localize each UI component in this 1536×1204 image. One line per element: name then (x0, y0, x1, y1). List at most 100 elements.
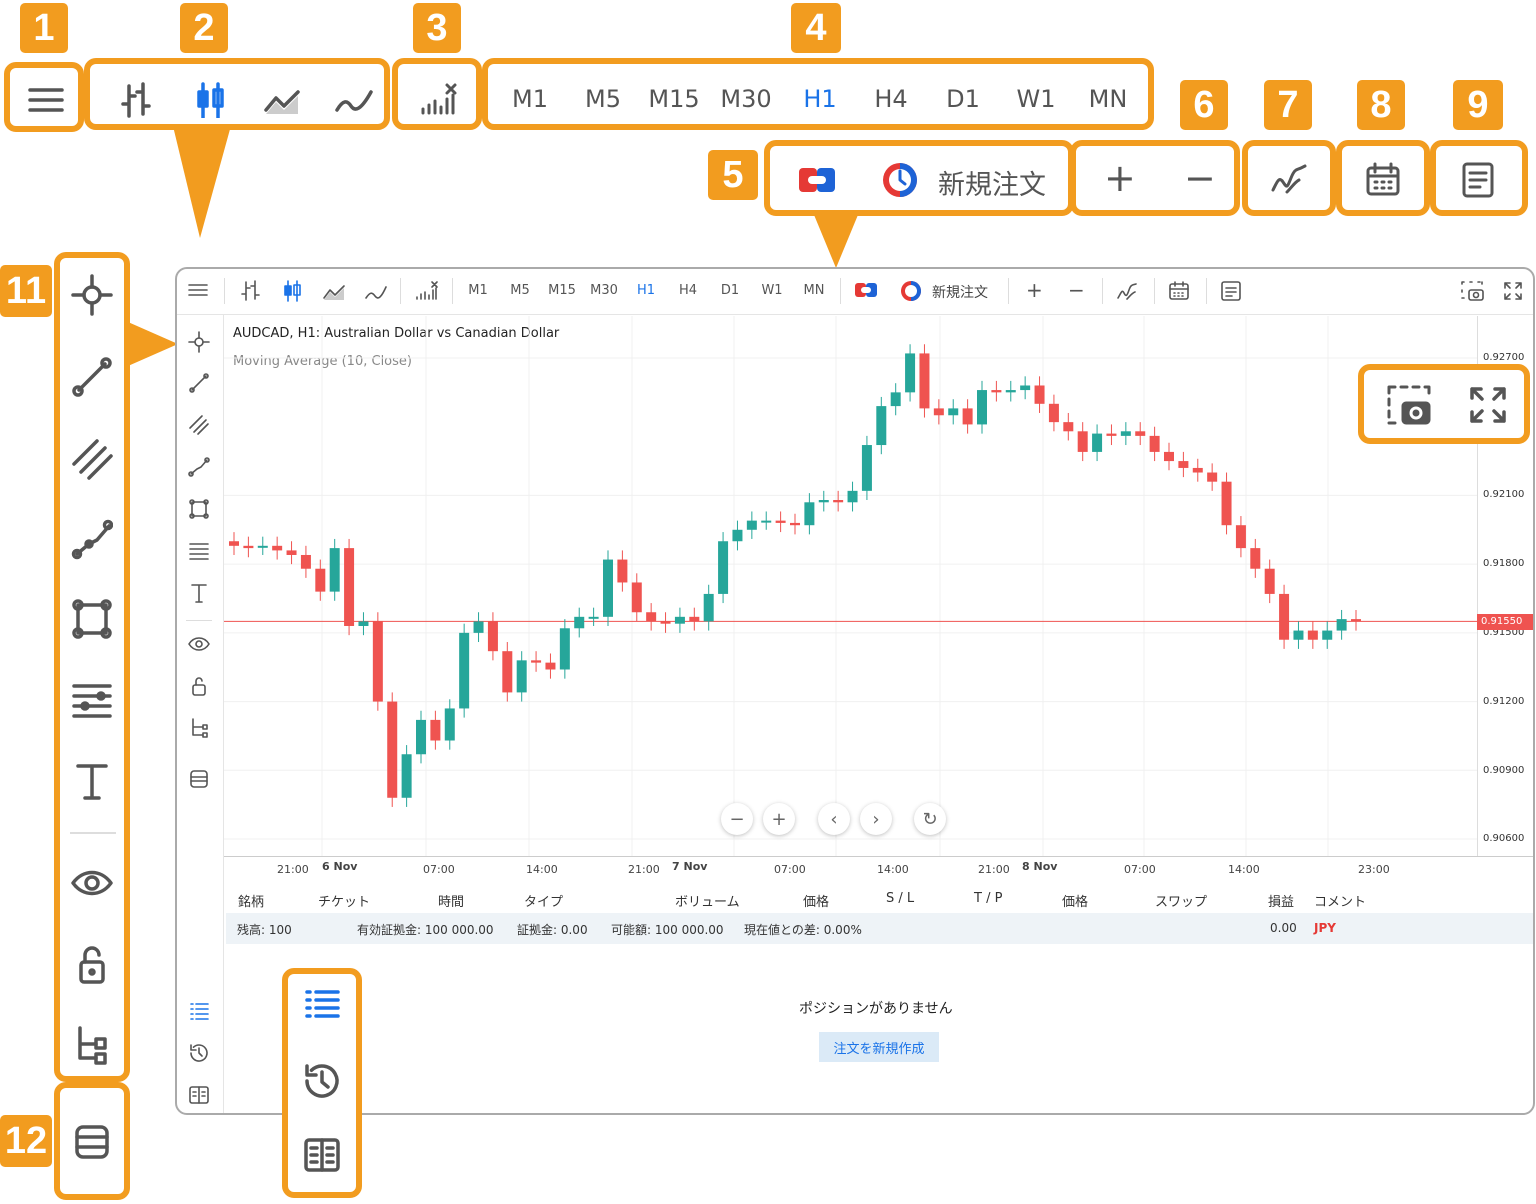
lock-icon[interactable] (68, 942, 116, 988)
col-header-volume[interactable]: ボリューム (675, 891, 740, 910)
small-channel-icon[interactable] (188, 414, 210, 440)
small-text-icon[interactable] (188, 582, 210, 608)
small-fibonacci-icon[interactable] (188, 540, 210, 566)
chart-zoom-in-button[interactable]: + (763, 803, 795, 835)
small-tf-mn[interactable]: MN (797, 283, 831, 298)
small-new-order-icon[interactable] (900, 280, 922, 306)
create-order-button[interactable]: 注文を新規作成 (819, 1032, 939, 1062)
col-header-time[interactable]: 時間 (438, 891, 464, 910)
col-header-ticket[interactable]: チケット (318, 891, 370, 910)
text-tool-icon[interactable] (68, 758, 116, 804)
small-trendline-icon[interactable] (188, 372, 210, 398)
small-indicator-list-icon[interactable] (1116, 280, 1140, 306)
col-header-sl[interactable]: S / L (886, 891, 914, 906)
shape-icon[interactable] (68, 596, 116, 642)
small-bar-chart-icon[interactable] (238, 280, 262, 306)
object-tree-icon[interactable] (68, 1022, 116, 1068)
small-fullscreen-icon[interactable] (1502, 280, 1524, 306)
small-one-click-icon[interactable] (854, 282, 878, 302)
small-candlestick-icon[interactable] (280, 280, 304, 306)
col-header-type[interactable]: タイプ (524, 891, 563, 910)
small-tf-m1[interactable]: M1 (461, 283, 495, 298)
small-tf-h4[interactable]: H4 (671, 283, 705, 298)
small-panel-icon[interactable] (188, 768, 210, 794)
fullscreen-icon[interactable] (1464, 382, 1512, 428)
line-chart-icon[interactable] (330, 78, 378, 122)
timeframe-d1[interactable]: D1 (933, 85, 993, 113)
col-header-price[interactable]: 価格 (803, 891, 829, 910)
trendline-icon[interactable] (68, 354, 116, 400)
small-zoom-out-button[interactable]: − (1068, 278, 1085, 302)
chart-scroll-right-button[interactable]: › (860, 803, 892, 835)
small-tf-m30[interactable]: M30 (587, 283, 621, 298)
panel-toggle-icon[interactable] (68, 1118, 116, 1166)
calendar-icon[interactable] (1360, 160, 1406, 200)
margin-label: 証拠金: 0.00 (517, 923, 588, 937)
indicators-icon[interactable] (414, 78, 464, 122)
col-header-comment[interactable]: コメント (1314, 891, 1366, 910)
history-icon[interactable] (298, 1058, 346, 1104)
timeframe-m30[interactable]: M30 (716, 85, 776, 113)
small-zoom-in-button[interactable]: + (1026, 278, 1043, 302)
polyline-icon[interactable] (68, 516, 116, 562)
candle-body (243, 545, 254, 549)
channel-icon[interactable] (68, 436, 116, 482)
timeframe-h1[interactable]: H1 (790, 85, 850, 113)
indicator-list-icon[interactable] (1266, 160, 1312, 200)
screenshot-icon[interactable] (1384, 382, 1434, 428)
small-eye-icon[interactable] (188, 633, 210, 659)
small-screenshot-icon[interactable] (1460, 280, 1486, 306)
small-tf-m15[interactable]: M15 (545, 283, 579, 298)
col-header-profit[interactable]: 損益 (1268, 891, 1294, 910)
small-area-chart-icon[interactable] (322, 280, 346, 306)
one-click-trading-icon[interactable] (794, 162, 840, 198)
small-calendar-icon[interactable] (1168, 280, 1190, 306)
journal-icon[interactable] (298, 1132, 346, 1178)
small-positions-icon[interactable] (188, 1000, 210, 1026)
timeframe-h4[interactable]: H4 (861, 85, 921, 113)
timeframe-m5[interactable]: M5 (573, 85, 633, 113)
new-order-icon[interactable] (878, 160, 922, 200)
col-header-current-price[interactable]: 価格 (1062, 891, 1088, 910)
small-new-order-label[interactable]: 新規注文 (932, 282, 988, 302)
small-line-chart-icon[interactable] (364, 280, 388, 306)
candlestick-chart-icon[interactable] (186, 78, 234, 122)
small-tf-h1[interactable]: H1 (629, 283, 663, 298)
timeframe-m1[interactable]: M1 (500, 85, 560, 113)
chart-scroll-left-button[interactable]: ‹ (818, 803, 850, 835)
timeframe-mn[interactable]: MN (1078, 85, 1138, 113)
positions-list-icon[interactable] (298, 982, 346, 1028)
visibility-eye-icon[interactable] (68, 860, 116, 906)
col-header-swap[interactable]: スワップ (1155, 891, 1207, 910)
small-tf-d1[interactable]: D1 (713, 283, 747, 298)
timeframe-w1[interactable]: W1 (1006, 85, 1066, 113)
fibonacci-icon[interactable] (68, 678, 116, 724)
small-crosshair-icon[interactable] (188, 331, 210, 357)
small-menu-icon[interactable] (188, 282, 208, 302)
chart-reset-button[interactable]: ↻ (914, 803, 946, 835)
zoom-out-button[interactable]: − (1184, 156, 1216, 200)
small-object-tree-icon[interactable] (188, 717, 210, 743)
small-polyline-icon[interactable] (188, 456, 210, 482)
document-icon[interactable] (1456, 160, 1500, 200)
area-chart-icon[interactable] (258, 78, 306, 122)
bar-chart-icon[interactable] (112, 78, 160, 122)
timeframe-m15[interactable]: M15 (644, 85, 704, 113)
zoom-in-button[interactable]: + (1104, 156, 1136, 200)
col-header-symbol[interactable]: 銘柄 (238, 891, 264, 910)
col-header-tp[interactable]: T / P (974, 891, 1002, 906)
candlestick-chart[interactable] (224, 316, 1478, 856)
small-document-icon[interactable] (1220, 280, 1242, 306)
chart-zoom-out-button[interactable]: − (721, 803, 753, 835)
small-shape-icon[interactable] (188, 498, 210, 524)
small-tf-m5[interactable]: M5 (503, 283, 537, 298)
hamburger-menu-icon[interactable] (24, 80, 68, 120)
new-order-label[interactable]: 新規注文 (938, 163, 1046, 202)
small-journal-icon[interactable] (188, 1084, 210, 1110)
candle-body (1279, 593, 1290, 640)
small-history-icon[interactable] (188, 1042, 210, 1068)
crosshair-icon[interactable] (68, 272, 116, 318)
small-lock-icon[interactable] (188, 675, 210, 701)
small-indicators-icon[interactable] (414, 280, 440, 306)
small-tf-w1[interactable]: W1 (755, 283, 789, 298)
